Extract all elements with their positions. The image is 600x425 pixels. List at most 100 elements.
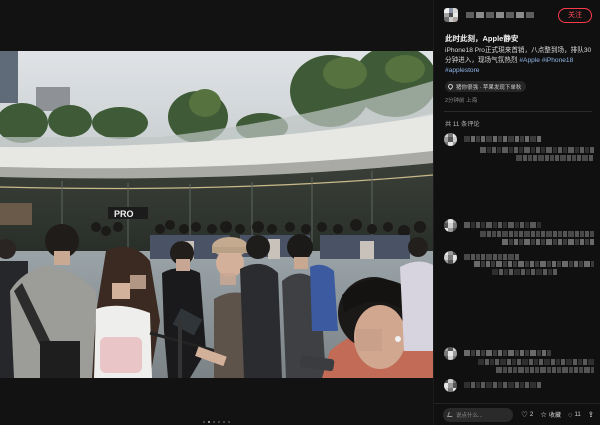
follow-button[interactable]: 关注	[558, 7, 592, 23]
comments-count: 11	[574, 411, 581, 418]
blur-block	[500, 359, 506, 365]
blur-block	[487, 231, 491, 237]
location-label: 猪你很强 · 苹果发现下单秋	[456, 84, 522, 91]
blurred-name-block	[516, 12, 524, 18]
blur-block	[516, 155, 522, 161]
blur-block	[490, 359, 494, 365]
blur-block	[464, 254, 470, 260]
author-row: 关注	[444, 6, 592, 24]
blurred-comment-text	[502, 239, 594, 245]
blur-block	[569, 367, 573, 373]
like-button[interactable]: ♡ 2	[521, 411, 534, 419]
blur-block	[531, 231, 535, 237]
blur-block	[524, 147, 530, 153]
blur-block	[541, 231, 545, 237]
post-photo[interactable]: PRO	[0, 51, 433, 378]
blur-block	[492, 269, 498, 275]
blur-block	[503, 350, 507, 356]
blur-block	[542, 350, 546, 356]
blur-block	[497, 147, 501, 153]
blur-block	[574, 261, 578, 267]
blur-block	[474, 261, 480, 267]
post-body: iPhone18 Pro正式現来首销，八点整到场，排队30分钟进入，现场气氛热烈…	[445, 46, 595, 77]
author-avatar[interactable]	[444, 8, 458, 22]
blur-block	[555, 155, 559, 161]
pager-dot[interactable]	[228, 421, 230, 423]
commenter-avatar[interactable]	[444, 379, 457, 392]
blur-block	[471, 350, 475, 356]
blur-block	[530, 222, 536, 228]
divider	[444, 111, 592, 112]
pager-dot-active[interactable]	[208, 421, 210, 423]
like-count: 2	[529, 411, 534, 418]
blur-block	[485, 359, 489, 365]
commenter-avatar[interactable]	[444, 133, 457, 146]
favorite-button[interactable]: ☆ 收藏	[540, 410, 561, 419]
blur-block	[589, 155, 593, 161]
blur-block	[541, 239, 545, 245]
blur-block	[537, 222, 541, 228]
blur-block	[464, 222, 470, 228]
commenter-avatar[interactable]	[444, 219, 457, 232]
blur-block	[531, 147, 535, 153]
commenter-avatar[interactable]	[444, 347, 457, 360]
blur-block	[552, 261, 556, 267]
blur-block	[558, 231, 562, 237]
blur-block	[523, 155, 527, 161]
blur-block	[509, 239, 513, 245]
blur-block	[541, 147, 545, 153]
blur-block	[519, 147, 523, 153]
pager-dot[interactable]	[203, 421, 205, 423]
blur-block	[584, 261, 590, 267]
blur-block	[561, 359, 565, 365]
blur-block	[553, 239, 557, 245]
blur-block	[562, 261, 568, 267]
avatar-pixel	[452, 259, 457, 264]
comment-list[interactable]	[444, 133, 594, 403]
blur-block	[503, 367, 507, 373]
blur-block	[584, 367, 590, 373]
blur-block	[486, 136, 492, 142]
blur-block	[535, 367, 539, 373]
pager-dot[interactable]	[223, 421, 225, 423]
blur-block	[531, 269, 535, 275]
blur-block	[514, 147, 518, 153]
blur-block	[497, 231, 501, 237]
blur-block	[503, 261, 507, 267]
comments-button[interactable]: ◌ 11	[568, 411, 581, 419]
blur-block	[512, 359, 516, 365]
blur-block	[464, 382, 470, 388]
blur-block	[498, 136, 502, 142]
blur-block	[525, 367, 529, 373]
blur-block	[486, 382, 492, 388]
blur-block	[569, 261, 573, 267]
blur-block	[553, 147, 557, 153]
blur-block	[553, 269, 557, 275]
blur-block	[547, 367, 551, 373]
share-button[interactable]: ⇪	[588, 411, 594, 419]
comment-input-placeholder: 说点什么...	[456, 412, 483, 419]
author-name-blurred[interactable]	[466, 12, 534, 18]
blur-block	[495, 359, 499, 365]
blur-block	[583, 359, 587, 365]
blur-block	[493, 254, 497, 260]
blur-block	[543, 269, 547, 275]
blur-block	[502, 231, 508, 237]
blur-block	[502, 239, 508, 245]
blur-block	[556, 359, 560, 365]
blur-block	[508, 136, 514, 142]
blur-block	[591, 367, 594, 373]
blur-block	[552, 367, 556, 373]
blur-block	[537, 350, 541, 356]
blur-block	[492, 231, 496, 237]
blur-block	[464, 136, 470, 142]
comment-input[interactable]: 说点什么...	[443, 407, 513, 422]
blur-block	[487, 147, 491, 153]
pager-dot[interactable]	[218, 421, 220, 423]
location-chip[interactable]: 猪你很强 · 苹果发现下单秋	[445, 81, 527, 92]
image-pager[interactable]	[0, 421, 433, 423]
blur-block	[566, 359, 572, 365]
pager-dot[interactable]	[213, 421, 215, 423]
blur-block	[529, 359, 533, 365]
commenter-avatar[interactable]	[444, 251, 457, 264]
